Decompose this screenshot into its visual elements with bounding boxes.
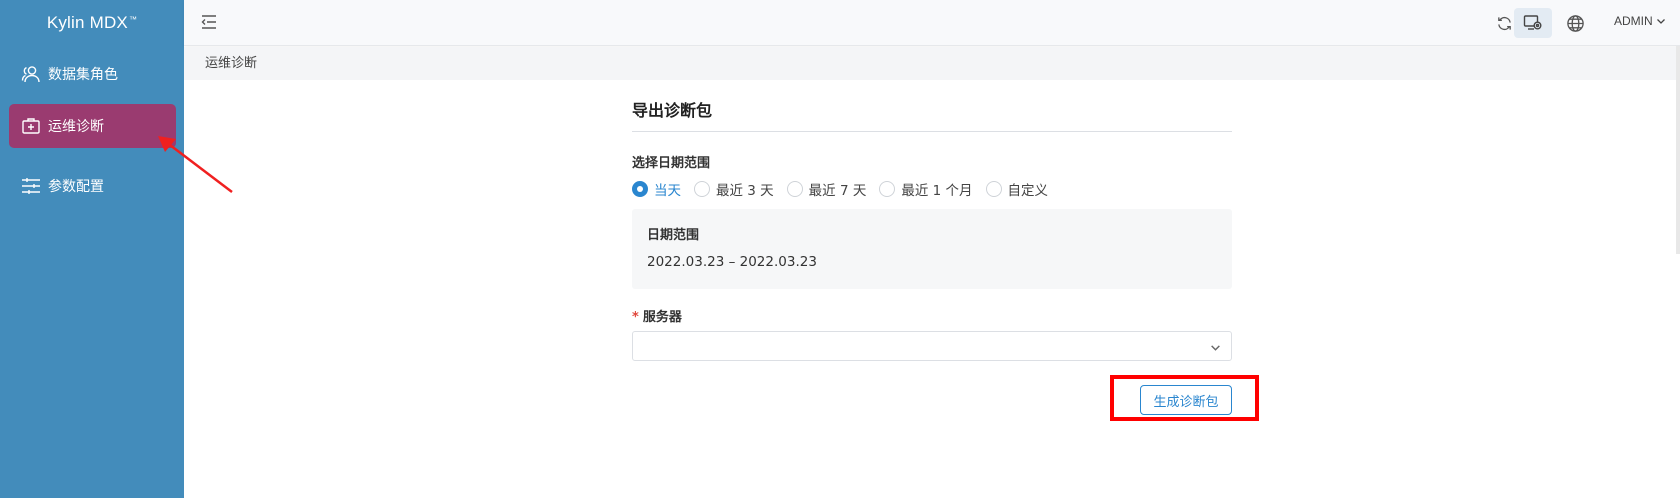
radio-label: 最近 3 天	[716, 183, 774, 199]
breadcrumb-current: 运维诊断	[205, 56, 258, 71]
menu-collapse-icon[interactable]	[200, 13, 220, 33]
sidebar-item-label: 数据集角色	[48, 67, 118, 83]
radio-label: 最近 7 天	[808, 183, 867, 199]
user-menu[interactable]: ADMIN	[1614, 14, 1666, 28]
date-range-value: 2022.03.23 – 2022.03.23	[647, 254, 817, 270]
required-mark: *	[632, 310, 639, 325]
chevron-down-icon	[1211, 345, 1220, 351]
radio-label: 自定义	[1007, 183, 1049, 199]
top-header: ADMIN	[184, 0, 1680, 46]
sidebar-item-label: 运维诊断	[48, 119, 104, 135]
annotation-highlight-box	[1110, 375, 1259, 421]
radio-circle	[632, 181, 648, 197]
app-root: Kylin MDX ™ 数据集角色 运维诊断 参数配置 ADMIN 运维诊断 导…	[0, 0, 1680, 498]
server-select[interactable]	[632, 331, 1232, 361]
medical-kit-icon	[20, 115, 42, 137]
export-diagnosis-panel: 导出诊断包 选择日期范围 当天 最近 3 天 最近 7 天 最近 1 个月 自定…	[632, 96, 1232, 361]
sliders-icon	[20, 175, 42, 197]
radio-last-7-days[interactable]: 最近 7 天	[786, 179, 867, 199]
radio-label: 当天	[654, 183, 681, 199]
radio-circle	[985, 181, 1002, 197]
radio-circle	[694, 181, 710, 197]
app-title: Kylin MDX	[46, 13, 128, 32]
panel-title: 导出诊断包	[632, 96, 1232, 132]
user-group-icon	[20, 63, 42, 85]
scrollbar-track[interactable]	[1676, 46, 1680, 254]
sidebar: Kylin MDX ™ 数据集角色 运维诊断 参数配置	[0, 0, 184, 498]
radio-custom[interactable]: 自定义	[985, 179, 1049, 199]
radio-circle	[786, 181, 803, 197]
radio-circle	[879, 181, 896, 197]
date-range-radio-group: 当天 最近 3 天 最近 7 天 最近 1 个月 自定义	[632, 179, 1232, 199]
breadcrumb: 运维诊断	[184, 47, 1680, 80]
radio-last-3-days[interactable]: 最近 3 天	[694, 179, 774, 199]
chevron-down-icon	[1656, 19, 1665, 24]
radio-last-1-month[interactable]: 最近 1 个月	[879, 179, 973, 199]
date-range-label: 选择日期范围	[632, 156, 711, 171]
user-name: ADMIN	[1614, 14, 1653, 28]
globe-icon[interactable]	[1556, 8, 1594, 38]
monitor-settings-icon[interactable]	[1514, 8, 1552, 38]
date-range-display: 日期范围 2022.03.23 – 2022.03.23	[632, 209, 1232, 289]
sidebar-item-label: 参数配置	[48, 179, 104, 195]
sidebar-item-dataset-roles[interactable]: 数据集角色	[9, 52, 176, 96]
server-label-text: 服务器	[642, 310, 682, 325]
radio-today[interactable]: 当天	[632, 179, 681, 199]
radio-label: 最近 1 个月	[901, 183, 973, 199]
app-logo[interactable]: Kylin MDX ™	[0, 0, 184, 46]
server-label: * 服务器	[632, 306, 1232, 325]
date-range-title: 日期范围	[647, 228, 700, 243]
trademark-mark: ™	[128, 14, 138, 24]
annotation-arrow	[158, 136, 233, 193]
